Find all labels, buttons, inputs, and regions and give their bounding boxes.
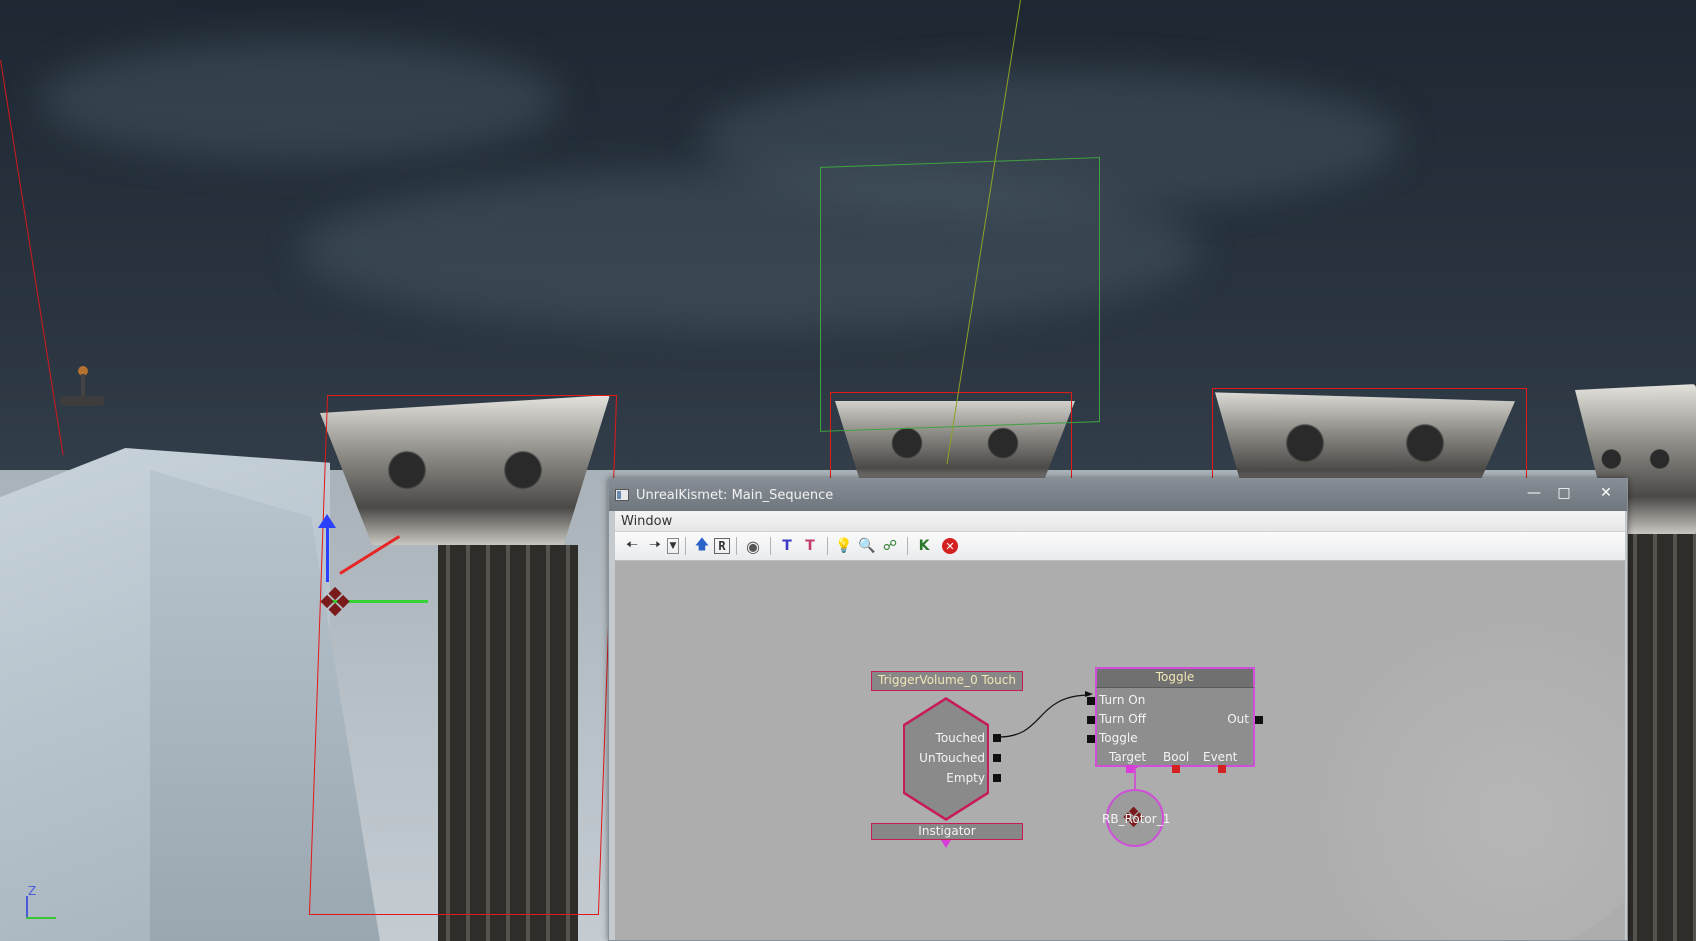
trigger-volume-box[interactable]	[820, 157, 1100, 432]
toolbar-separator	[770, 537, 771, 555]
rotor-actor-icon[interactable]: ❖	[308, 580, 362, 626]
minimize-button[interactable]: —	[1521, 483, 1547, 503]
input-port-turn-on[interactable]	[1087, 697, 1095, 705]
kismet-k-icon[interactable]: K	[913, 535, 935, 557]
selection-wireframe	[308, 395, 618, 915]
input-port-turn-off[interactable]	[1087, 716, 1095, 724]
parent-sequence-icon[interactable]: 🡅	[691, 535, 713, 557]
menu-bar: Window	[615, 511, 1625, 532]
variable-label-event: Event	[1203, 750, 1238, 764]
output-label-untouched: UnTouched	[919, 751, 985, 765]
variable-port-bool[interactable]	[1172, 765, 1180, 773]
stop-icon[interactable]: ✕	[942, 538, 958, 554]
close-button[interactable]: ✕	[1593, 483, 1619, 503]
instigator-variable-bar[interactable]: Instigator	[871, 823, 1023, 840]
toolbar-separator	[827, 537, 828, 555]
window-title: UnrealKismet: Main_Sequence	[636, 487, 834, 503]
toolbar-separator	[685, 537, 686, 555]
output-port-empty[interactable]	[993, 774, 1001, 782]
sky-cloud	[40, 40, 560, 160]
input-port-toggle[interactable]	[1087, 735, 1095, 743]
instigator-link-arrow[interactable]	[941, 840, 951, 848]
input-label-toggle: Toggle	[1099, 731, 1138, 745]
output-port-untouched[interactable]	[993, 754, 1001, 762]
toggle-node-title: Toggle	[1095, 667, 1255, 687]
menu-item-window[interactable]: Window	[621, 514, 672, 529]
axis-indicator: Z	[22, 884, 62, 924]
output-label-empty: Empty	[946, 771, 985, 785]
toggle-node[interactable]: Toggle Turn On Turn Off Toggle Out Targe…	[1087, 667, 1263, 773]
output-label-touched: Touched	[935, 731, 985, 745]
event-node[interactable]: TriggerVolume_0 Touch Touched UnTouched …	[871, 671, 1025, 848]
variable-label-bool: Bool	[1163, 750, 1190, 764]
toolbar: 🠠 🠢 ▼ 🡅 R ◉ T T 💡 🔍 ☍ K ✕	[615, 532, 1625, 561]
output-label-out: Out	[1227, 712, 1249, 726]
window-titlebar[interactable]: UnrealKismet: Main_Sequence — □ ✕	[609, 479, 1627, 511]
input-label-turn-off: Turn Off	[1099, 712, 1146, 726]
output-port-out[interactable]	[1255, 716, 1263, 724]
hide-unused-icon[interactable]: T	[799, 535, 821, 557]
show-connectors-icon[interactable]: T	[776, 535, 798, 557]
maximize-button[interactable]: □	[1551, 483, 1577, 503]
variable-port-target[interactable]	[1126, 765, 1134, 773]
toolbar-separator	[907, 537, 908, 555]
axis-z-label: Z	[28, 884, 37, 898]
search-icon[interactable]: 💡	[833, 535, 855, 557]
link-icon[interactable]: ☍	[879, 535, 901, 557]
kismet-app-icon	[615, 489, 629, 501]
dropdown-icon[interactable]: ▼	[667, 538, 679, 554]
kismet-canvas[interactable]: TriggerVolume_0 Touch Touched UnTouched …	[615, 561, 1625, 940]
object-variable-node[interactable]: ❖ RB_Rotor_1	[1102, 789, 1170, 847]
variable-label-target: Target	[1109, 750, 1147, 764]
object-variable-label: RB_Rotor_1	[1102, 812, 1171, 826]
rename-sequence-icon[interactable]: R	[714, 538, 730, 554]
event-node-title: TriggerVolume_0 Touch	[871, 671, 1023, 691]
zoom-icon[interactable]: 🔍	[856, 535, 878, 557]
toolbar-separator	[736, 537, 737, 555]
variable-port-event[interactable]	[1218, 765, 1226, 773]
kismet-window[interactable]: UnrealKismet: Main_Sequence — □ ✕ Window…	[608, 478, 1628, 941]
back-arrow-icon[interactable]: 🠠	[621, 535, 643, 557]
hide-connectors-icon[interactable]: ◉	[742, 535, 764, 557]
forward-arrow-icon[interactable]: 🠢	[644, 535, 666, 557]
input-label-turn-on: Turn On	[1099, 693, 1146, 707]
player-start-icon[interactable]	[60, 366, 104, 414]
output-port-touched[interactable]	[993, 734, 1001, 742]
